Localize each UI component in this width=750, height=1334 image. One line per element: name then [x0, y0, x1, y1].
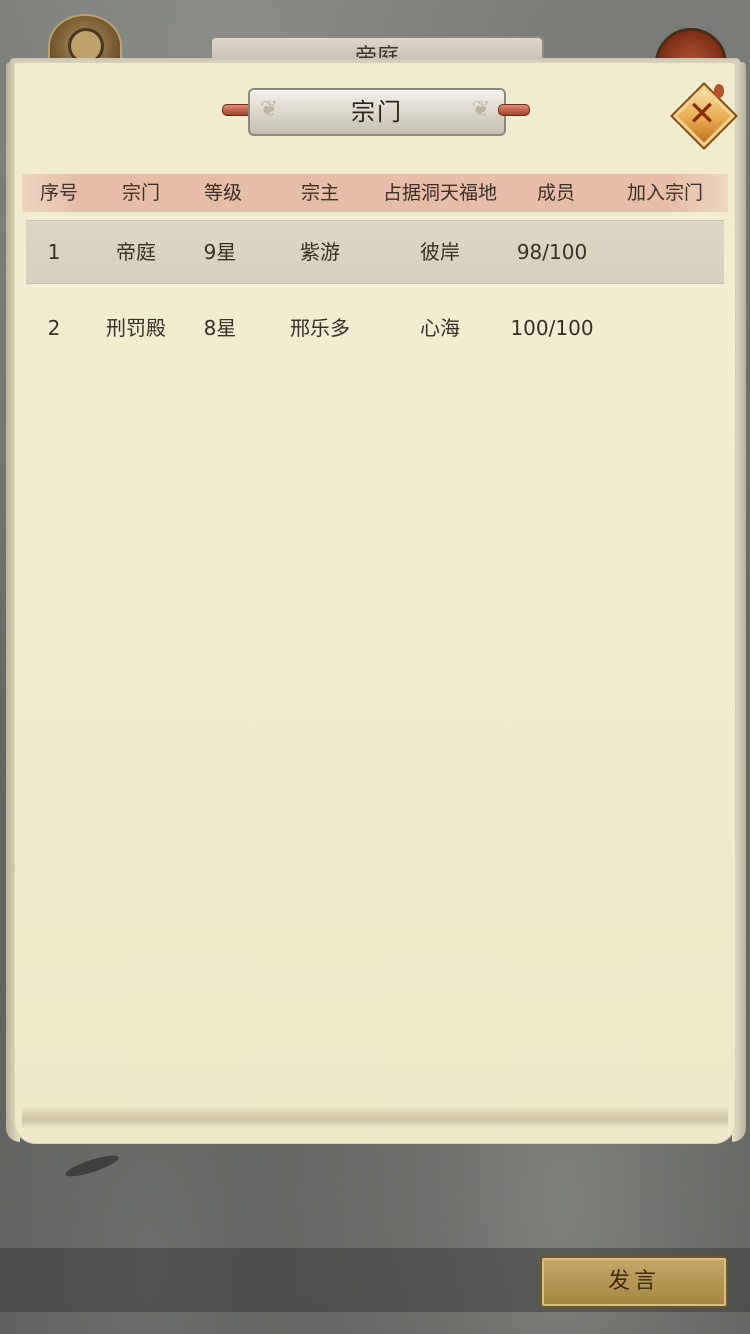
header-join: 加入宗门 [626, 182, 703, 204]
scroll-bottom-roll [22, 1106, 728, 1128]
row-sect: 刑罚殿 [106, 316, 166, 340]
row-join[interactable] [614, 221, 716, 283]
banner-knob-right [498, 104, 530, 116]
row-sect: 帝庭 [116, 240, 156, 264]
row-index: 2 [47, 316, 61, 340]
cloud-ornament-icon: ❦ [471, 97, 491, 122]
row-territory: 彼岸 [420, 240, 460, 264]
row-leader: 紫游 [300, 240, 340, 264]
row-level: 8星 [203, 316, 237, 340]
row-members: 98/100 [516, 240, 588, 264]
speak-button[interactable]: 发言 [540, 1256, 728, 1308]
row-index: 1 [47, 240, 61, 264]
header-sect: 宗门 [121, 182, 160, 204]
row-members: 100/100 [510, 316, 594, 340]
row-territory: 心海 [420, 316, 460, 340]
header-index: 序号 [39, 182, 78, 204]
table-row[interactable]: 2 刑罚殿 8星 邢乐多 心海 100/100 [26, 297, 724, 359]
dialog-title-banner: 宗门 ❦ ❦ [222, 88, 530, 136]
header-territory: 占据洞天福地 [382, 182, 497, 204]
header-leader: 宗主 [300, 182, 339, 204]
close-button[interactable]: ✕ [670, 82, 738, 150]
row-leader: 邢乐多 [290, 316, 350, 340]
header-level: 等级 [203, 182, 242, 204]
cloud-ornament-icon: ❦ [259, 97, 279, 122]
table-header: 序号 宗门 等级 宗主 占据洞天福地 成员 加入宗门 [22, 174, 728, 212]
close-x-icon: ✕ [687, 94, 717, 134]
row-level: 9星 [203, 240, 237, 264]
header-members: 成员 [536, 182, 575, 204]
row-join[interactable] [614, 297, 716, 359]
table-row[interactable]: 1 帝庭 9星 紫游 彼岸 98/100 [26, 220, 724, 284]
